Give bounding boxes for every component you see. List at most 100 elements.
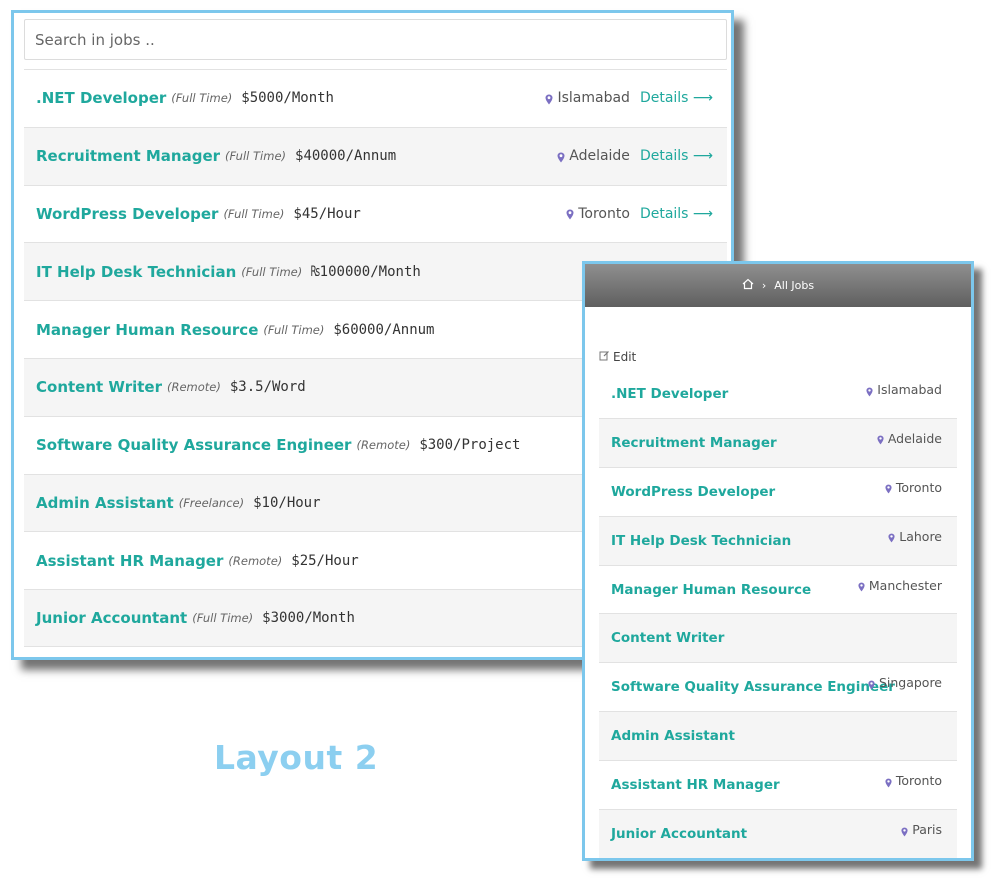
- job-type: (Full Time): [171, 91, 233, 106]
- job-location: Paris: [901, 822, 942, 837]
- job-type: (Remote): [228, 553, 283, 568]
- job-location: Toronto: [885, 773, 942, 788]
- job-type: (Full Time): [225, 149, 287, 164]
- job-location-label: Toronto: [895, 773, 942, 789]
- job-title-link[interactable]: Admin Assistant: [36, 494, 174, 512]
- job-row-compact: WordPress Developer Toronto: [599, 468, 957, 517]
- job-salary: $40000/Annum: [295, 148, 397, 165]
- job-location-label: Adelaide: [887, 430, 942, 446]
- job-location: Toronto: [885, 480, 942, 495]
- job-title-link[interactable]: Manager Human Resource: [611, 582, 811, 598]
- job-location: Manchester: [858, 578, 942, 593]
- breadcrumb: › All Jobs: [585, 264, 971, 307]
- job-row-compact: .NET Developer Islamabad: [599, 370, 957, 419]
- job-type: (Full Time): [241, 264, 303, 279]
- job-salary: $25/Hour: [291, 552, 359, 569]
- job-location-label: Toronto: [578, 205, 630, 222]
- job-title-link[interactable]: .NET Developer: [36, 89, 166, 107]
- job-title-link[interactable]: WordPress Developer: [611, 484, 775, 500]
- job-salary: $3000/Month: [262, 610, 355, 627]
- job-location-label: Singapore: [878, 675, 942, 691]
- job-title-link[interactable]: Software Quality Assurance Engineer: [36, 436, 351, 454]
- job-type: (Freelance): [178, 495, 245, 510]
- job-row: .NET Developer (Full Time) $5000/Month Isla…: [24, 69, 727, 127]
- job-row-compact: Manager Human Resource Manchester: [599, 566, 957, 615]
- map-pin-icon: [877, 433, 884, 445]
- breadcrumb-current: All Jobs: [774, 279, 815, 292]
- job-row-compact: Content Writer: [599, 614, 957, 664]
- job-title-link[interactable]: Recruitment Manager: [611, 435, 777, 451]
- search-input[interactable]: [24, 19, 727, 60]
- job-row-compact: Software Quality Assurance Engineer Singa…: [599, 663, 957, 713]
- job-location: Lahore: [888, 529, 942, 544]
- job-widget-panel: › All Jobs Edit .NET Developer Islamabad R…: [582, 261, 974, 861]
- job-salary: $5000/Month: [241, 90, 334, 107]
- job-title-link[interactable]: Admin Assistant: [611, 728, 735, 744]
- edit-icon: [599, 350, 613, 364]
- home-icon[interactable]: [742, 278, 754, 293]
- job-row-compact: IT Help Desk Technician Lahore: [599, 516, 957, 566]
- job-salary: $10/Hour: [253, 494, 321, 511]
- layout-label: Layout 2: [214, 738, 379, 777]
- details-link[interactable]: Details ⟶: [640, 148, 713, 164]
- job-title-link[interactable]: Content Writer: [36, 378, 162, 396]
- map-pin-icon: [545, 93, 553, 105]
- chevron-right-icon: ›: [761, 279, 767, 292]
- job-location-label: Toronto: [895, 479, 942, 495]
- job-location: Islamabad: [866, 382, 942, 397]
- job-row-compact: Admin Assistant: [599, 712, 957, 762]
- map-pin-icon: [885, 776, 892, 787]
- job-salary: ₨100000/Month: [311, 263, 421, 280]
- job-type: (Full Time): [192, 611, 254, 626]
- job-row-compact: Junior Accountant Paris: [599, 810, 957, 858]
- details-link[interactable]: Details ⟶: [640, 90, 713, 106]
- map-pin-icon: [868, 678, 875, 690]
- job-type: (Full Time): [263, 322, 325, 337]
- job-location: Adelaide: [877, 431, 942, 446]
- job-title-link[interactable]: Junior Accountant: [611, 826, 747, 842]
- job-location: Islamabad: [545, 90, 630, 107]
- job-title-link[interactable]: Software Quality Assurance Engineer: [611, 679, 895, 695]
- job-location-label: Adelaide: [569, 148, 630, 165]
- job-salary: $45/Hour: [293, 205, 361, 222]
- edit-link[interactable]: Edit: [599, 350, 636, 364]
- job-location-label: Lahore: [899, 528, 942, 544]
- job-location-label: Islamabad: [877, 382, 942, 397]
- job-location: Toronto: [566, 206, 630, 222]
- map-pin-icon: [566, 208, 574, 220]
- job-title-link[interactable]: Content Writer: [611, 630, 724, 646]
- job-type: (Full Time): [223, 206, 285, 221]
- job-title-link[interactable]: WordPress Developer: [36, 205, 218, 223]
- job-row: Recruitment Manager (Full Time) $40000/Ann…: [24, 126, 727, 185]
- job-salary: $60000/Annum: [333, 321, 435, 338]
- map-pin-icon: [901, 825, 908, 836]
- job-title-link[interactable]: Assistant HR Manager: [611, 777, 780, 793]
- job-type: (Remote): [356, 438, 411, 453]
- map-pin-icon: [885, 482, 892, 494]
- job-type: (Remote): [166, 380, 221, 395]
- job-title-link[interactable]: Assistant HR Manager: [36, 552, 223, 570]
- map-pin-icon: [557, 151, 565, 163]
- job-title-link[interactable]: IT Help Desk Technician: [611, 533, 791, 549]
- job-location-label: Manchester: [868, 577, 942, 593]
- job-row: WordPress Developer (Full Time) $45/Hour To…: [24, 184, 727, 243]
- map-pin-icon: [888, 531, 895, 543]
- job-row-compact: Assistant HR Manager Toronto: [599, 761, 957, 811]
- job-title-link[interactable]: Junior Accountant: [36, 609, 187, 627]
- edit-label: Edit: [613, 350, 637, 364]
- details-link[interactable]: Details ⟶: [640, 206, 713, 222]
- job-title-link[interactable]: .NET Developer: [611, 386, 728, 402]
- job-title-link[interactable]: IT Help Desk Technician: [36, 263, 236, 281]
- job-location-label: Paris: [912, 822, 942, 838]
- job-salary: $3.5/Word: [229, 379, 306, 396]
- job-list-compact: .NET Developer Islamabad Recruitment Manag…: [599, 370, 957, 858]
- job-salary: $300/Project: [419, 437, 521, 454]
- job-title-link[interactable]: Recruitment Manager: [36, 147, 220, 165]
- job-row-compact: Recruitment Manager Adelaide: [599, 418, 957, 468]
- map-pin-icon: [858, 580, 865, 592]
- job-location: Adelaide: [557, 148, 630, 164]
- job-location: Singapore: [868, 675, 942, 690]
- job-location-label: Islamabad: [557, 90, 630, 107]
- job-title-link[interactable]: Manager Human Resource: [36, 321, 258, 339]
- map-pin-icon: [866, 385, 873, 396]
